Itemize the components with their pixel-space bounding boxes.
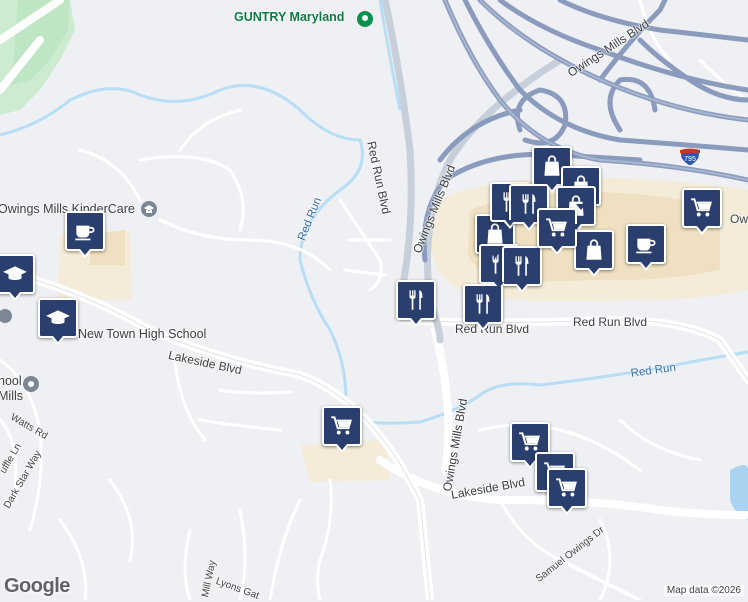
place-label-guntry[interactable]: GUNTRY Maryland bbox=[234, 10, 344, 24]
coffee-cup-pin[interactable] bbox=[626, 224, 666, 271]
fork-knife-icon bbox=[509, 253, 535, 279]
school-poi bbox=[23, 376, 39, 392]
school-poi-small bbox=[0, 309, 12, 323]
fork-knife-icon bbox=[470, 291, 496, 317]
shopping-cart-pin[interactable] bbox=[547, 468, 587, 515]
shopping-bag-pin[interactable] bbox=[574, 230, 614, 277]
graduation-cap-icon bbox=[45, 305, 71, 331]
kindercare-poi bbox=[141, 201, 157, 217]
interstate-795-shield: 795 bbox=[679, 148, 701, 166]
road-label-red-run-blvd-east: Red Run Blvd bbox=[573, 315, 648, 329]
graduation-cap-icon bbox=[2, 261, 28, 287]
guntry-poi bbox=[357, 11, 373, 27]
shopping-bag-icon bbox=[581, 237, 607, 263]
svg-text:795: 795 bbox=[684, 156, 696, 163]
fork-knife-icon bbox=[403, 287, 429, 313]
shopping-cart-icon bbox=[329, 413, 355, 439]
place-label-school[interactable]: hool Mills bbox=[0, 374, 23, 404]
shopping-cart-pin[interactable] bbox=[322, 406, 362, 453]
map-attribution[interactable]: Map data ©2026 bbox=[663, 585, 744, 596]
shopping-cart-pin[interactable] bbox=[682, 188, 722, 235]
shopping-cart-icon bbox=[554, 475, 580, 501]
google-logo: Google bbox=[4, 575, 70, 597]
fork-knife-pin[interactable] bbox=[463, 284, 503, 331]
graduation-cap-pin[interactable] bbox=[0, 254, 35, 301]
shopping-cart-icon bbox=[544, 215, 570, 241]
coffee-cup-pin[interactable] bbox=[65, 211, 105, 258]
shopping-cart-icon bbox=[689, 195, 715, 221]
coffee-cup-icon bbox=[633, 231, 659, 257]
place-label-newtown-hs[interactable]: New Town High School bbox=[78, 327, 206, 341]
fork-knife-pin[interactable] bbox=[502, 246, 542, 293]
coffee-cup-icon bbox=[72, 218, 98, 244]
fork-knife-pin[interactable] bbox=[396, 280, 436, 327]
map-canvas[interactable] bbox=[0, 0, 748, 600]
road-label-red-run-blvd-west: Red Run Blvd bbox=[455, 322, 530, 336]
graduation-cap-pin[interactable] bbox=[38, 298, 78, 345]
road-label-owi: Owi bbox=[730, 212, 748, 226]
